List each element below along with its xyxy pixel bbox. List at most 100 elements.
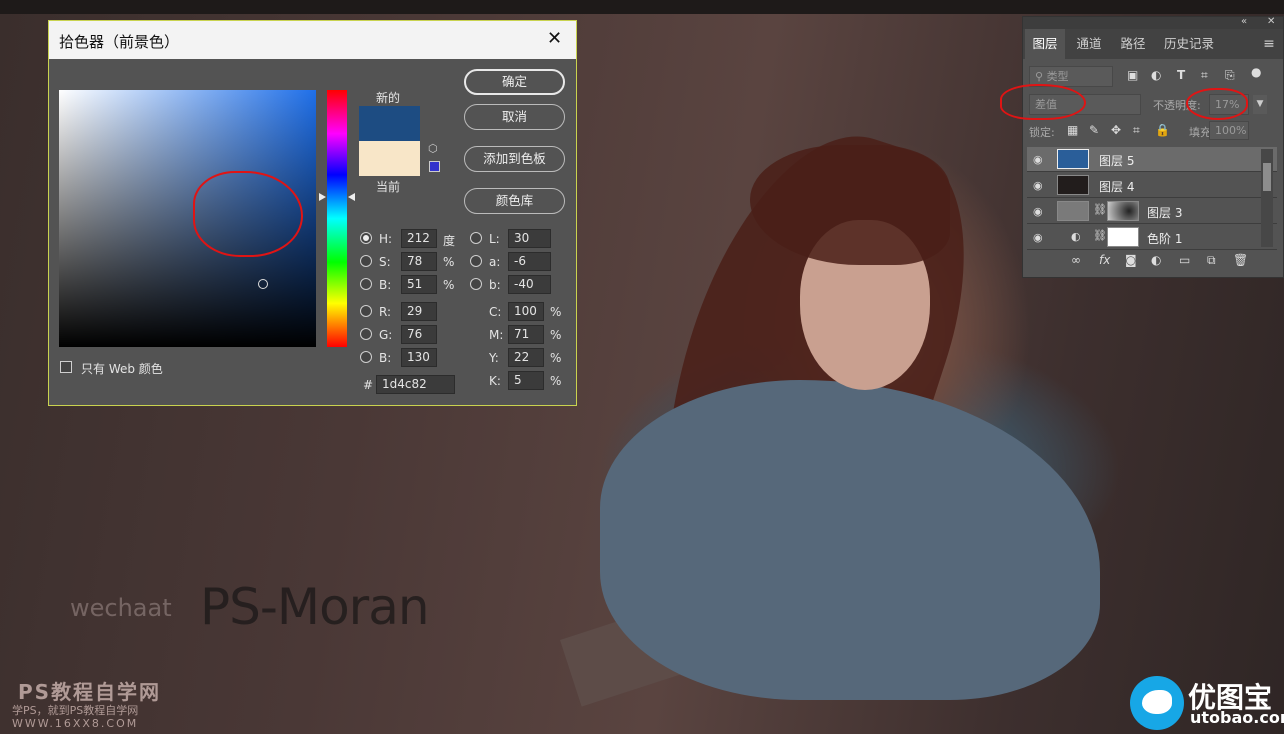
radio-l[interactable] [470,232,482,244]
tab-channels[interactable]: 通道 [1069,29,1109,59]
r-field[interactable]: 29 [401,302,437,321]
label-blue: B: [379,351,392,365]
ps-slogan-watermark: 学PS，就到PS教程自学网 [12,704,139,717]
s-field[interactable]: 78 [401,252,437,271]
tab-history[interactable]: 历史记录 [1157,29,1221,59]
psmoran-watermark: PS-Moran [200,578,430,636]
color-picker-cursor[interactable] [258,279,268,289]
lock-brush-icon[interactable]: ✎ [1089,123,1099,137]
adjustment-filter-icon[interactable]: ◐ [1151,68,1161,82]
filter-type-label: 类型 [1046,70,1069,83]
label-c: C: [489,305,502,319]
visibility-eye-icon[interactable]: ◉ [1033,153,1043,166]
radio-a[interactable] [470,255,482,267]
lab-b-field[interactable]: -40 [508,275,551,294]
radio-lab-b[interactable] [470,278,482,290]
hue-slider-right-handle[interactable] [348,193,355,201]
y-field[interactable]: 22 [508,348,544,367]
label-r: R: [379,305,392,319]
c-field[interactable]: 100 [508,302,544,321]
b-field[interactable]: 51 [401,275,437,294]
hue-slider-left-handle[interactable] [319,193,326,201]
lock-move-icon[interactable]: ✥ [1111,123,1121,137]
l-field[interactable]: 30 [508,229,551,248]
k-field[interactable]: 5 [508,371,544,390]
add-to-swatches-button[interactable]: 添加到色板 [464,146,565,172]
document-top-strip [0,0,1284,14]
adjustment-icon[interactable]: ◐ [1151,253,1161,267]
new-color-swatch [359,106,420,141]
ps-url-watermark: WWW.16XX8.COM [12,717,139,730]
web-safe-swatch[interactable] [429,161,440,172]
cancel-button[interactable]: 取消 [464,104,565,130]
smart-object-filter-icon[interactable]: ⎘ [1225,68,1235,83]
layers-scrollbar[interactable] [1261,149,1273,247]
scrollbar-thumb[interactable] [1263,163,1271,191]
radio-h[interactable] [360,232,372,244]
layer-row[interactable]: ◉ ⛓ 图层 3 [1027,199,1277,224]
web-colors-only-checkbox[interactable] [60,361,72,373]
layer-row[interactable]: ◉ ◐ ⛓ 色阶 1 [1027,225,1277,250]
web-safe-cube-icon[interactable]: ⬡ [428,142,438,155]
collapse-icon[interactable]: « [1241,16,1247,27]
mask-icon[interactable]: ◙ [1125,253,1137,267]
ok-button[interactable]: 确定 [464,69,565,95]
hex-field[interactable]: 1d4c82 [376,375,455,394]
filter-toggle-icon[interactable]: ● [1251,65,1261,79]
lock-artboard-icon[interactable]: ⌗ [1133,123,1140,138]
a-field[interactable]: -6 [508,252,551,271]
lock-all-icon[interactable]: 🔒 [1155,123,1170,137]
radio-blue[interactable] [360,351,372,363]
panel-close-icon[interactable]: ✕ [1267,16,1275,27]
close-icon[interactable]: ✕ [547,28,562,49]
radio-s[interactable] [360,255,372,267]
hue-slider[interactable] [327,90,347,347]
new-layer-icon[interactable]: ⧉ [1207,253,1216,268]
visibility-eye-icon[interactable]: ◉ [1033,231,1043,244]
pixel-filter-icon[interactable]: ▣ [1127,68,1138,82]
link-chain-icon: ⛓ [1093,203,1107,216]
utobao-url: utobao.com [1190,708,1284,727]
layer-name: 图层 4 [1099,180,1135,194]
h-field[interactable]: 212 [401,229,437,248]
layer-name: 图层 5 [1099,154,1135,168]
layer-thumbnail [1057,201,1089,221]
layer-row[interactable]: ◉ 图层 5 [1027,147,1277,172]
utobao-bird-logo [1130,676,1184,730]
link-icon[interactable]: ∞ [1071,253,1081,267]
tab-paths[interactable]: 路径 [1113,29,1153,59]
opacity-dropdown-icon[interactable]: ▼ [1253,95,1267,114]
visibility-eye-icon[interactable]: ◉ [1033,205,1043,218]
layer-row[interactable]: ◉ 图层 4 [1027,173,1277,198]
label-k: K: [489,374,501,388]
m-field[interactable]: 71 [508,325,544,344]
trash-icon[interactable]: 🗑 [1233,253,1248,267]
folder-icon[interactable]: ▭ [1179,253,1190,267]
radio-b[interactable] [360,278,372,290]
current-color-swatch[interactable] [359,141,420,176]
unit-b: % [443,278,455,292]
dialog-titlebar[interactable]: 拾色器（前景色） ✕ [49,21,576,59]
unit-c: % [550,305,562,319]
fx-icon[interactable]: fx [1099,253,1110,267]
current-color-label: 当前 [376,180,401,194]
wechaat-watermark: wechaat [70,594,172,622]
layer-thumbnail [1057,175,1089,195]
tab-layers[interactable]: 图层 [1025,29,1065,59]
lock-label: 锁定: [1029,126,1055,139]
color-libraries-button[interactable]: 颜色库 [464,188,565,214]
type-filter-icon[interactable]: T [1177,68,1185,82]
fill-field[interactable]: 100% [1209,121,1249,140]
panel-menu-icon[interactable]: ≡ [1259,29,1279,59]
new-color-label: 新的 [376,91,401,105]
radio-r[interactable] [360,305,372,317]
blue-field[interactable]: 130 [401,348,437,367]
unit-k: % [550,374,562,388]
label-a: a: [489,255,501,269]
radio-g[interactable] [360,328,372,340]
visibility-eye-icon[interactable]: ◉ [1033,179,1043,192]
shape-filter-icon[interactable]: ⌗ [1201,68,1208,83]
lock-transparent-icon[interactable]: ▦ [1067,123,1078,137]
unit-h: 度 [443,234,456,248]
g-field[interactable]: 76 [401,325,437,344]
